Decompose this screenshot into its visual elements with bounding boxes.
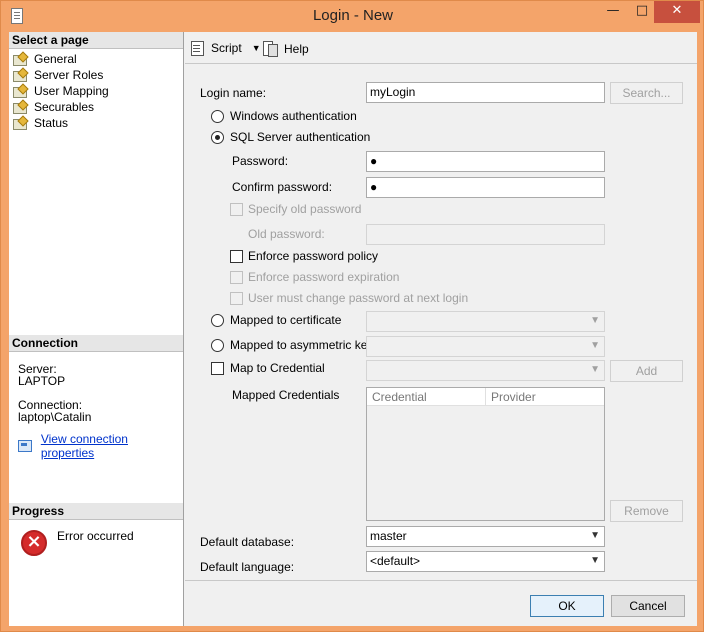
page-label: Status bbox=[34, 116, 69, 130]
connection-header: Connection bbox=[9, 335, 183, 352]
script-label: Script bbox=[211, 41, 242, 55]
mapped-to-certificate-radio[interactable] bbox=[211, 314, 224, 327]
windows-auth-radio[interactable] bbox=[211, 110, 224, 123]
specify-old-password-label: Specify old password bbox=[248, 202, 362, 216]
enforce-password-policy-label: Enforce password policy bbox=[248, 249, 379, 263]
login-name-label: Login name: bbox=[200, 86, 267, 100]
page-label: Securables bbox=[34, 100, 95, 114]
progress-header: Progress bbox=[9, 503, 183, 520]
server-value: LAPTOP bbox=[18, 374, 66, 388]
enforce-password-expiration-label: Enforce password expiration bbox=[248, 270, 400, 284]
page-label: General bbox=[34, 52, 77, 66]
mapped-credentials-grid[interactable]: Credential Provider bbox=[366, 387, 605, 521]
close-button[interactable]: ✕ bbox=[654, 1, 700, 23]
chevron-down-icon: ▼ bbox=[590, 530, 600, 541]
page-icon bbox=[13, 69, 28, 82]
help-label: Help bbox=[284, 41, 309, 56]
specify-old-password-checkbox[interactable] bbox=[230, 203, 243, 216]
old-password-label: Old password: bbox=[248, 227, 325, 241]
page-icon bbox=[13, 85, 28, 98]
add-credential-button[interactable]: Add bbox=[610, 360, 683, 382]
script-button[interactable]: Script ▼ bbox=[191, 41, 261, 56]
default-language-label: Default language: bbox=[200, 560, 295, 574]
page-label: User Mapping bbox=[34, 84, 109, 98]
sql-auth-label: SQL Server authentication bbox=[230, 130, 371, 144]
page-label: Server Roles bbox=[34, 68, 104, 82]
enforce-password-expiration-checkbox[interactable] bbox=[230, 271, 243, 284]
connection-properties-icon bbox=[17, 439, 33, 453]
view-connection-properties-link[interactable]: View connection properties bbox=[17, 432, 183, 460]
login-new-window: Login - New — □ ✕ Select a page General … bbox=[0, 0, 704, 632]
chevron-down-icon: ▼ bbox=[590, 340, 600, 351]
mapped-credentials-label: Mapped Credentials bbox=[232, 388, 340, 402]
credential-column-header[interactable]: Credential bbox=[367, 388, 486, 406]
help-icon bbox=[263, 41, 278, 57]
asymmetric-key-dropdown[interactable]: ▼ bbox=[366, 336, 605, 357]
dialog-button-bar: OK Cancel bbox=[185, 580, 697, 626]
password-input[interactable]: ● bbox=[366, 151, 605, 172]
view-connection-properties-label: View connection properties bbox=[40, 432, 128, 460]
dialog-client-area: Select a page General Server Roles User … bbox=[9, 32, 697, 626]
page-item-securables[interactable]: Securables bbox=[13, 99, 109, 115]
page-list: General Server Roles User Mapping Secura… bbox=[13, 51, 109, 131]
provider-column-header[interactable]: Provider bbox=[486, 388, 604, 406]
chevron-down-icon[interactable]: ▼ bbox=[252, 43, 261, 53]
help-button[interactable]: Help bbox=[263, 41, 309, 57]
page-item-status[interactable]: Status bbox=[13, 115, 109, 131]
script-icon bbox=[191, 41, 205, 56]
general-page-form: Login name: myLogin Search... Windows au… bbox=[185, 64, 697, 580]
confirm-password-input[interactable]: ● bbox=[366, 177, 605, 198]
sql-auth-radio[interactable] bbox=[211, 131, 224, 144]
default-database-dropdown[interactable]: master ▼ bbox=[366, 526, 605, 547]
default-database-value: master bbox=[370, 529, 407, 543]
must-change-password-checkbox[interactable] bbox=[230, 292, 243, 305]
chevron-down-icon: ▼ bbox=[590, 555, 600, 566]
maximize-button[interactable]: □ bbox=[627, 1, 657, 23]
minimize-button[interactable]: — bbox=[598, 1, 628, 23]
mapped-to-certificate-label: Mapped to certificate bbox=[230, 313, 342, 327]
default-language-dropdown[interactable]: <default> ▼ bbox=[366, 551, 605, 572]
page-item-server-roles[interactable]: Server Roles bbox=[13, 67, 109, 83]
mapped-to-asymmetric-key-radio[interactable] bbox=[211, 339, 224, 352]
confirm-password-label: Confirm password: bbox=[232, 180, 333, 194]
page-icon bbox=[13, 53, 28, 66]
mapped-to-asymmetric-key-label: Mapped to asymmetric key bbox=[230, 338, 374, 352]
select-page-header: Select a page bbox=[9, 32, 183, 49]
windows-auth-label: Windows authentication bbox=[230, 109, 357, 123]
page-icon bbox=[13, 117, 28, 130]
progress-status: Error occurred bbox=[57, 529, 134, 543]
toolbar: Script ▼ Help bbox=[185, 32, 697, 64]
default-database-label: Default database: bbox=[200, 535, 295, 549]
must-change-password-label: User must change password at next login bbox=[248, 291, 469, 305]
old-password-input[interactable] bbox=[366, 224, 605, 245]
remove-credential-button[interactable]: Remove bbox=[610, 500, 683, 522]
error-icon: × bbox=[21, 530, 47, 556]
page-item-user-mapping[interactable]: User Mapping bbox=[13, 83, 109, 99]
enforce-password-policy-checkbox[interactable] bbox=[230, 250, 243, 263]
chevron-down-icon: ▼ bbox=[590, 315, 600, 326]
search-button[interactable]: Search... bbox=[610, 82, 683, 104]
title-bar[interactable]: Login - New — □ ✕ bbox=[1, 1, 704, 31]
left-pane: Select a page General Server Roles User … bbox=[9, 32, 184, 626]
page-item-general[interactable]: General bbox=[13, 51, 109, 67]
login-name-input[interactable]: myLogin bbox=[366, 82, 605, 103]
password-label: Password: bbox=[232, 154, 289, 168]
certificate-dropdown[interactable]: ▼ bbox=[366, 311, 605, 332]
connection-value: laptop\Catalin bbox=[18, 410, 92, 424]
default-language-value: <default> bbox=[370, 554, 421, 568]
ok-button[interactable]: OK bbox=[530, 595, 604, 617]
map-to-credential-label: Map to Credential bbox=[230, 361, 325, 375]
chevron-down-icon: ▼ bbox=[590, 364, 600, 375]
page-icon bbox=[13, 101, 28, 114]
credential-dropdown[interactable]: ▼ bbox=[366, 360, 605, 381]
cancel-button[interactable]: Cancel bbox=[611, 595, 685, 617]
map-to-credential-checkbox[interactable] bbox=[211, 362, 224, 375]
